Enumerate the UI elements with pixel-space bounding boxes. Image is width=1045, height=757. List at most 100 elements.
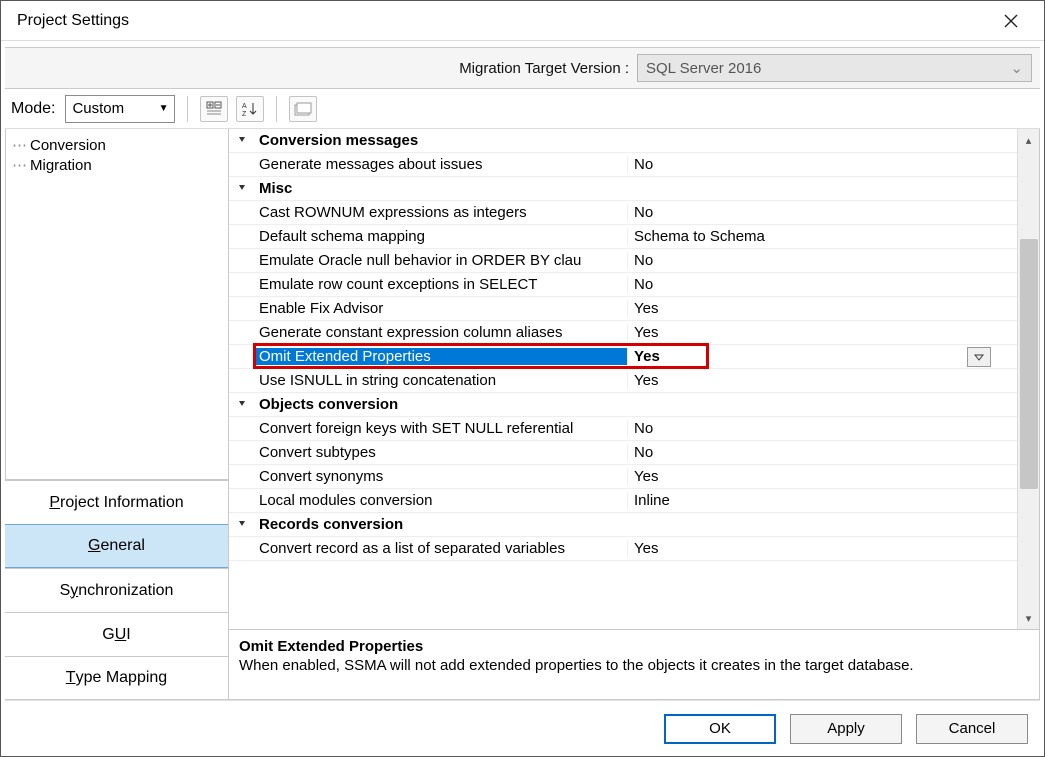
tree-item-conversion[interactable]: ⋯ Conversion [12, 135, 222, 155]
property-label: Convert record as a list of separated va… [255, 540, 627, 557]
tree-item-migration[interactable]: ⋯ Migration [12, 155, 222, 175]
property-value[interactable]: Yes [627, 468, 1017, 485]
property-row[interactable]: Emulate row count exceptions in SELECTNo [229, 273, 1017, 297]
dialog-button-row: OK Apply Cancel [5, 700, 1040, 756]
left-tab[interactable]: Project Information [5, 480, 228, 524]
property-label: Convert subtypes [255, 444, 627, 461]
property-group-header[interactable]: Objects conversion [229, 393, 1017, 417]
property-row[interactable]: Convert record as a list of separated va… [229, 537, 1017, 561]
property-label: Convert foreign keys with SET NULL refer… [255, 420, 627, 437]
property-group-header[interactable]: Records conversion [229, 513, 1017, 537]
sort-az-icon: A Z [242, 101, 258, 117]
property-label: Emulate row count exceptions in SELECT [255, 276, 627, 293]
property-grid: Conversion messages Generate messages abo… [229, 129, 1017, 629]
scroll-down-arrow-icon[interactable]: ▾ [1018, 607, 1039, 629]
project-settings-window: Project Settings Migration Target Versio… [0, 0, 1045, 757]
property-label: Cast ROWNUM expressions as integers [255, 204, 627, 221]
property-label: Misc [255, 180, 1017, 197]
property-value[interactable]: No [627, 252, 1017, 269]
property-value[interactable]: No [627, 204, 1017, 221]
property-row[interactable]: Cast ROWNUM expressions as integersNo [229, 201, 1017, 225]
property-label: Use ISNULL in string concatenation [255, 372, 627, 389]
mode-dropdown[interactable]: Custom ▼ [65, 95, 175, 123]
property-label: Emulate Oracle null behavior in ORDER BY… [255, 252, 627, 269]
property-group-header[interactable]: Conversion messages [229, 129, 1017, 153]
description-title: Omit Extended Properties [239, 638, 1029, 655]
property-value[interactable]: Inline [627, 492, 1017, 509]
property-row[interactable]: Use ISNULL in string concatenationYes [229, 369, 1017, 393]
collapse-icon[interactable] [229, 516, 255, 533]
mode-label: Mode: [11, 100, 57, 118]
property-row[interactable]: Local modules conversionInline [229, 489, 1017, 513]
migration-target-bar: Migration Target Version : SQL Server 20… [5, 47, 1040, 89]
apply-button[interactable]: Apply [790, 714, 902, 744]
property-row[interactable]: Generate messages about issuesNo [229, 153, 1017, 177]
property-label: Omit Extended Properties [255, 348, 627, 365]
toolbar-separator [187, 96, 188, 122]
property-value[interactable]: Yes [627, 347, 1017, 367]
property-value[interactable]: No [627, 276, 1017, 293]
property-value[interactable]: Yes [627, 540, 1017, 557]
migration-target-label: Migration Target Version : [459, 60, 629, 77]
vertical-scrollbar[interactable]: ▴ ▾ [1017, 129, 1039, 629]
ok-button[interactable]: OK [664, 714, 776, 744]
window-title: Project Settings [17, 12, 129, 30]
titlebar: Project Settings [1, 1, 1044, 41]
alphabetical-sort-button[interactable]: A Z [236, 96, 264, 122]
property-value[interactable]: Yes [627, 372, 1017, 389]
category-tree: ⋯ Conversion ⋯ Migration [5, 129, 228, 480]
property-label: Convert synonyms [255, 468, 627, 485]
pages-icon [294, 102, 312, 116]
property-label: Default schema mapping [255, 228, 627, 245]
property-row[interactable]: Convert subtypesNo [229, 441, 1017, 465]
left-tab[interactable]: Type Mapping [5, 656, 228, 700]
scroll-up-arrow-icon[interactable]: ▴ [1018, 129, 1039, 151]
property-value[interactable]: No [627, 420, 1017, 437]
property-row[interactable]: Convert synonymsYes [229, 465, 1017, 489]
property-row[interactable]: Enable Fix AdvisorYes [229, 297, 1017, 321]
categorized-view-button[interactable] [200, 96, 228, 122]
property-row[interactable]: Generate constant expression column alia… [229, 321, 1017, 345]
property-label: Generate constant expression column alia… [255, 324, 627, 341]
collapse-icon[interactable] [229, 396, 255, 413]
left-tab[interactable]: General [5, 524, 228, 568]
scroll-thumb[interactable] [1020, 239, 1038, 489]
property-row[interactable]: Convert foreign keys with SET NULL refer… [229, 417, 1017, 441]
tree-connector-icon: ⋯ [12, 136, 26, 154]
left-tab[interactable]: GUI [5, 612, 228, 656]
value-dropdown-button[interactable] [967, 347, 991, 367]
close-icon [1004, 14, 1018, 28]
body: ⋯ Conversion ⋯ Migration Project Informa… [5, 129, 1040, 700]
migration-target-dropdown[interactable]: SQL Server 2016 ⌄ [637, 54, 1032, 82]
property-value[interactable]: Yes [627, 324, 1017, 341]
property-row[interactable]: Emulate Oracle null behavior in ORDER BY… [229, 249, 1017, 273]
property-label: Local modules conversion [255, 492, 627, 509]
property-value[interactable]: Schema to Schema [627, 228, 1017, 245]
svg-text:Z: Z [242, 111, 247, 117]
toolbar-separator [276, 96, 277, 122]
collapse-icon[interactable] [229, 180, 255, 197]
chevron-down-icon: ⌄ [1010, 59, 1023, 77]
property-label: Enable Fix Advisor [255, 300, 627, 317]
cancel-button[interactable]: Cancel [916, 714, 1028, 744]
left-tab[interactable]: Synchronization [5, 568, 228, 612]
description-panel: Omit Extended Properties When enabled, S… [229, 630, 1040, 700]
property-label: Conversion messages [255, 132, 1017, 149]
property-label: Records conversion [255, 516, 1017, 533]
close-button[interactable] [988, 1, 1034, 40]
property-value[interactable]: Yes [627, 300, 1017, 317]
collapse-icon[interactable] [229, 132, 255, 149]
property-row[interactable]: Default schema mappingSchema to Schema [229, 225, 1017, 249]
property-label: Generate messages about issues [255, 156, 627, 173]
property-group-header[interactable]: Misc [229, 177, 1017, 201]
property-value[interactable]: No [627, 156, 1017, 173]
migration-target-value: SQL Server 2016 [646, 60, 761, 77]
description-text: When enabled, SSMA will not add extended… [239, 657, 1029, 674]
property-value[interactable]: No [627, 444, 1017, 461]
property-pages-button[interactable] [289, 96, 317, 122]
caret-down-icon: ▼ [159, 103, 169, 114]
right-pane: Conversion messages Generate messages abo… [229, 129, 1040, 700]
tree-connector-icon: ⋯ [12, 156, 26, 174]
property-row[interactable]: Omit Extended PropertiesYes [229, 345, 1017, 369]
left-tab-list: Project InformationGeneralSynchronizatio… [5, 480, 228, 700]
